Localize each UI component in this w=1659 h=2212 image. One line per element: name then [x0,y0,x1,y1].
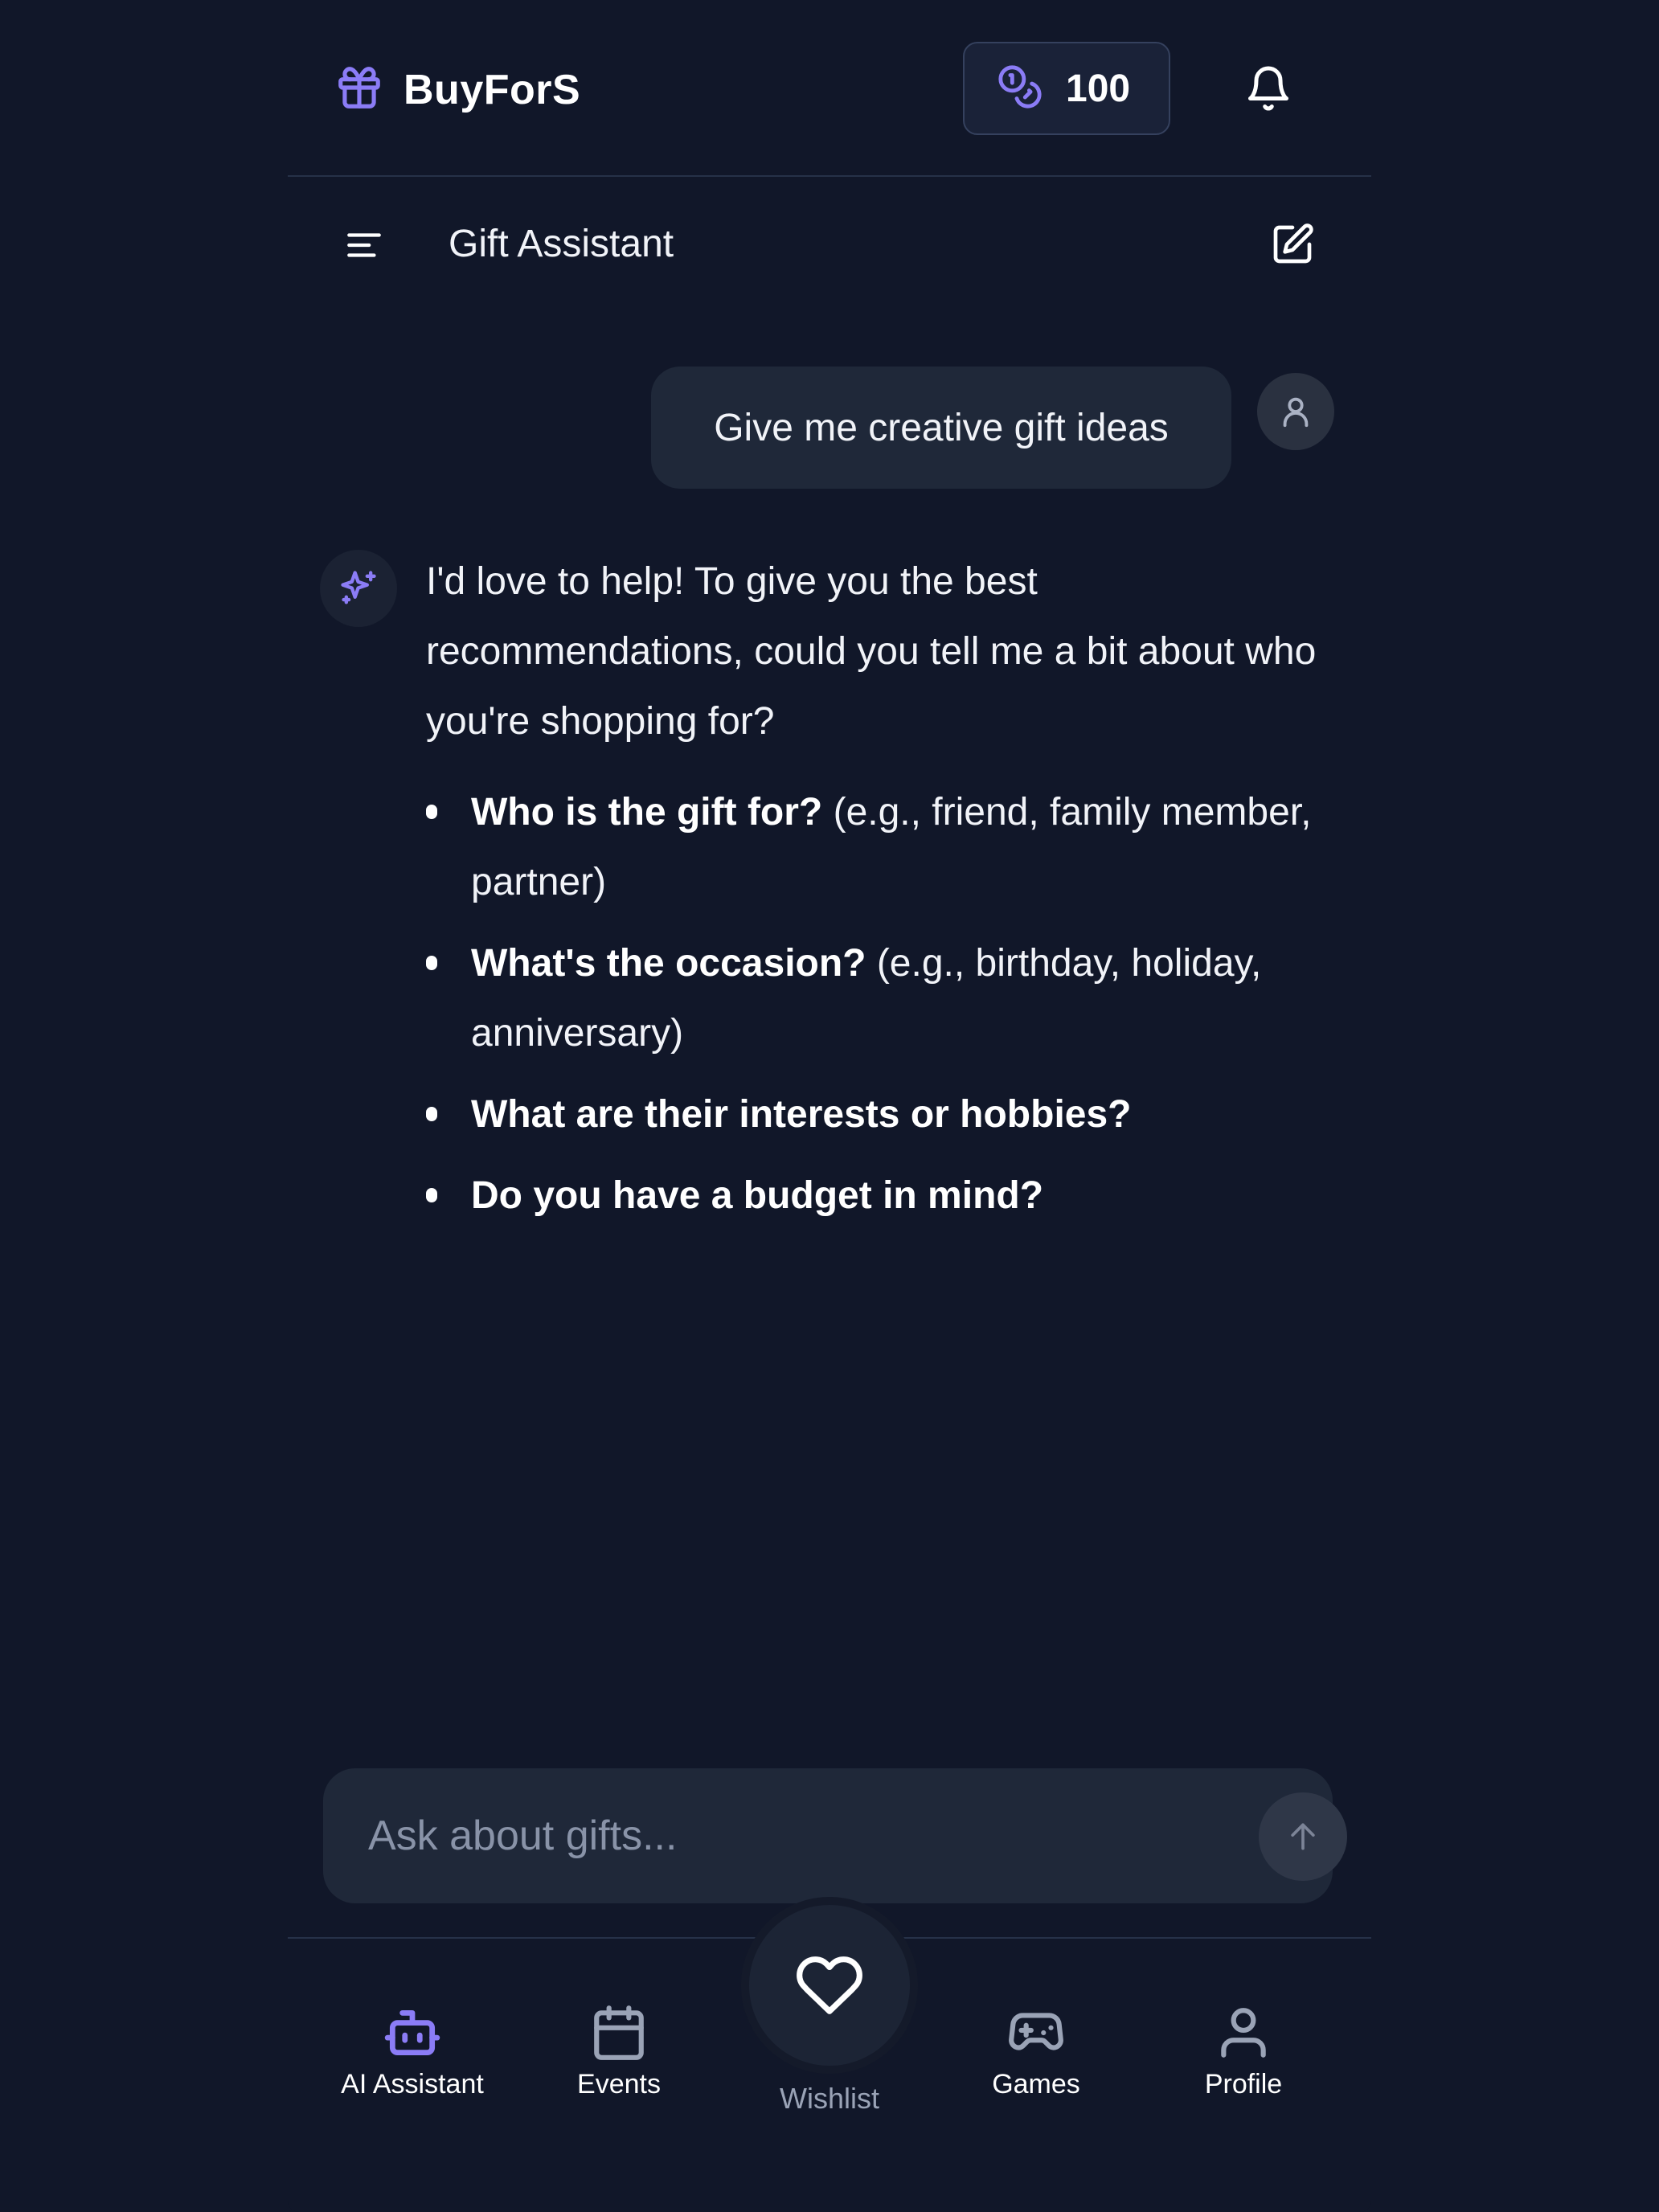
nav-profile[interactable]: Profile [1151,2003,1336,2100]
robot-icon [384,2009,440,2056]
app-name: BuyForS [403,66,581,113]
coin-balance[interactable]: 100 [963,42,1170,135]
app-frame: BuyForS 100 Gift Assistant Give me creat… [288,0,1371,2212]
heart-icon [797,1956,862,2014]
page-title: Gift Assistant [449,223,674,265]
send-button[interactable] [1259,1792,1347,1881]
coins-icon [997,63,1043,114]
assistant-avatar [320,550,397,627]
nav-label: Events [577,2069,661,2099]
coin-count: 100 [1066,67,1131,110]
edit-icon [1273,223,1313,264]
list-item: Do you have a budget in mind? [426,1161,1342,1231]
assistant-intro: I'd love to help! To give you the best r… [426,560,1317,743]
chat-input-bar [323,1768,1347,1903]
question-bold: Who is the gift for? [471,791,823,834]
top-header: BuyForS 100 [288,0,1371,177]
menu-icon [347,233,381,257]
calendar-icon [594,2005,644,2060]
bottom-nav: AI Assistant Events Wishlist Games Profi… [288,1905,1371,2212]
user-message-bubble: Give me creative gift ideas [651,367,1231,489]
list-item: What's the occasion? (e.g., birthday, ho… [426,928,1342,1068]
user-icon [1283,397,1309,428]
nav-wishlist-button[interactable] [749,1905,910,2066]
user-avatar [1257,373,1334,450]
new-chat-button[interactable] [1270,222,1315,267]
menu-button[interactable] [344,225,384,265]
list-item: What are their interests or hobbies? [426,1079,1342,1149]
chat-input[interactable] [368,1768,1172,1903]
list-item: Who is the gift for? (e.g., friend, fami… [426,777,1342,917]
user-icon [1221,2008,1266,2058]
sparkles-icon [341,571,376,604]
gamepad-icon [1009,2013,1063,2050]
nav-games[interactable]: Games [944,2003,1129,2100]
notifications-button[interactable] [1244,63,1292,114]
nav-ai-assistant[interactable]: AI Assistant [320,2003,505,2100]
question-bold: Do you have a budget in mind? [471,1174,1044,1217]
brand[interactable]: BuyForS [334,63,580,117]
nav-label: Games [992,2069,1080,2099]
question-bold: What's the occasion? [471,942,866,985]
nav-wishlist-label: Wishlist [780,2082,879,2115]
gift-icon [334,63,384,117]
user-message-text: Give me creative gift ideas [714,406,1169,449]
arrow-up-icon [1291,1823,1315,1850]
nav-label: AI Assistant [341,2069,484,2099]
question-bold: What are their interests or hobbies? [471,1093,1132,1136]
assistant-message: I'd love to help! To give you the best r… [426,547,1342,1242]
nav-label: Profile [1204,2069,1283,2099]
question-list: Who is the gift for? (e.g., friend, fami… [426,777,1342,1231]
bell-icon [1248,66,1288,111]
nav-events[interactable]: Events [526,2003,711,2100]
chat-header: Gift Assistant [288,178,1371,312]
